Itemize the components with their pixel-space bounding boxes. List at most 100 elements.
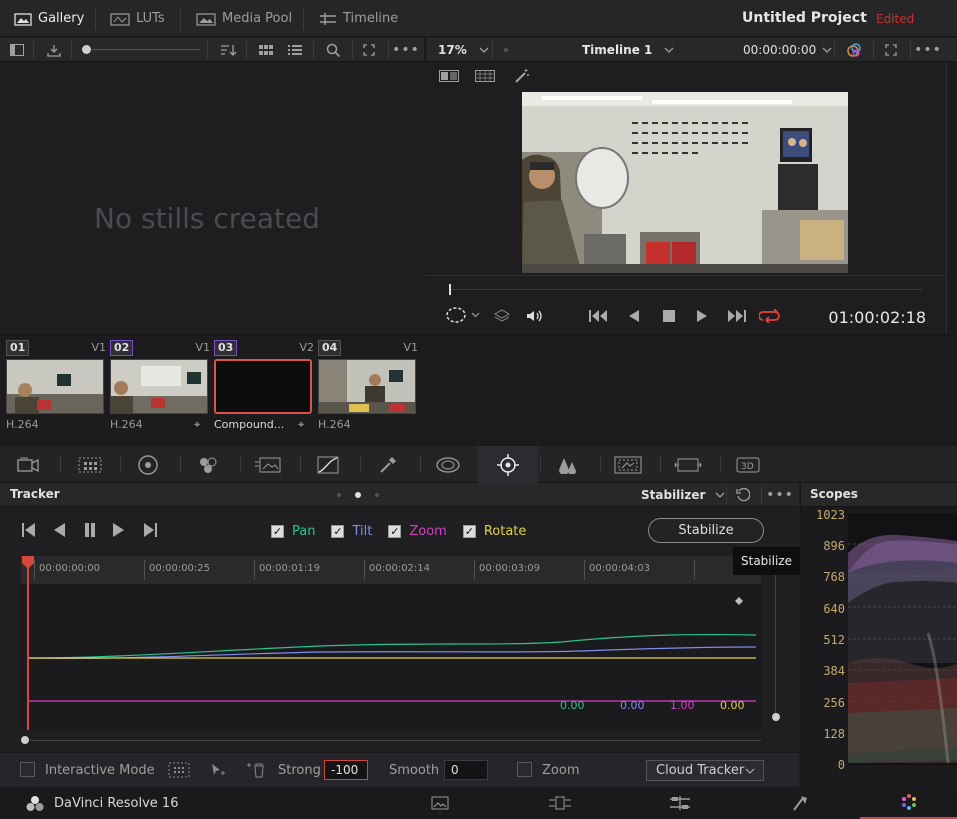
thumbnail-size-slider[interactable]: [82, 45, 200, 55]
tracker-mode-dropdown[interactable]: Stabilizer: [641, 483, 725, 507]
skip-to-end-icon[interactable]: [723, 304, 749, 328]
play-reverse-icon[interactable]: [621, 304, 647, 328]
clip-track: V1: [91, 341, 106, 354]
grid-view-icon[interactable]: [253, 38, 279, 62]
divider: [492, 41, 493, 59]
zoom-checkbox[interactable]: [517, 762, 532, 777]
timeline-name: Timeline 1: [582, 43, 653, 57]
highlight-icon[interactable]: [472, 64, 498, 88]
stop-icon[interactable]: [656, 304, 682, 328]
gallery-tab-label: Gallery: [38, 11, 85, 26]
grab-still-icon[interactable]: [41, 38, 67, 62]
color-page-icon[interactable]: [860, 787, 957, 819]
clip-number: 03: [214, 340, 238, 356]
zoom-dropdown[interactable]: 17%: [438, 38, 489, 62]
search-icon[interactable]: [320, 38, 346, 62]
split-screen-icon[interactable]: [436, 64, 462, 88]
track-reverse-icon[interactable]: [46, 518, 72, 542]
tilt-checkbox[interactable]: ✓ Tilt: [331, 524, 372, 539]
graph-vertical-zoom[interactable]: [772, 563, 780, 723]
insert-point-icon[interactable]: [166, 758, 192, 782]
layers-icon[interactable]: [489, 304, 515, 328]
color-wheel-icon[interactable]: [841, 38, 867, 62]
qualifier-eyedropper-icon[interactable]: [358, 446, 418, 483]
key-icon[interactable]: [598, 446, 658, 483]
cut-page-icon[interactable]: [530, 787, 590, 819]
more-options-icon[interactable]: •••: [914, 38, 941, 62]
divider: [246, 41, 247, 59]
edit-page-icon[interactable]: [650, 787, 710, 819]
chevron-down-icon: [715, 492, 725, 498]
power-window-icon[interactable]: [418, 446, 478, 483]
clip-number: 04: [318, 340, 342, 356]
interactive-mode-checkbox[interactable]: [20, 762, 35, 777]
delete-point-icon[interactable]: [243, 758, 269, 782]
motion-effects-icon[interactable]: [238, 446, 298, 483]
pause-icon[interactable]: [77, 518, 103, 542]
pointer-add-icon[interactable]: [204, 758, 230, 782]
clip-codec: H.264: [110, 418, 143, 431]
video-frame[interactable]: [522, 92, 848, 273]
track-to-end-icon[interactable]: [137, 518, 163, 542]
reset-icon[interactable]: [730, 483, 756, 507]
divider: [313, 41, 314, 59]
luts-tab-label: LUTs: [136, 11, 165, 26]
camera-raw-icon[interactable]: [0, 446, 60, 483]
play-icon[interactable]: [689, 304, 715, 328]
fullscreen-icon[interactable]: [878, 38, 904, 62]
sort-icon[interactable]: [216, 38, 242, 62]
clip-image: [214, 359, 312, 414]
pan-label: Pan: [292, 524, 316, 539]
zoom-checkbox[interactable]: ✓ Zoom: [388, 524, 447, 539]
curves-icon[interactable]: [298, 446, 358, 483]
list-view-icon[interactable]: [282, 38, 308, 62]
playhead[interactable]: [27, 556, 29, 730]
stabilize-button[interactable]: Stabilize: [648, 518, 764, 543]
more-options-icon[interactable]: •••: [766, 483, 793, 507]
page-dot[interactable]: [337, 493, 341, 497]
3d-icon[interactable]: 3D: [718, 446, 778, 483]
page-dot-active[interactable]: [355, 492, 361, 498]
gallery-tab[interactable]: Gallery: [14, 0, 84, 37]
media-page-icon[interactable]: [410, 787, 470, 819]
viewer-scrubber[interactable]: [449, 283, 922, 295]
skip-to-start-icon[interactable]: [586, 304, 612, 328]
more-options-icon[interactable]: •••: [392, 38, 419, 62]
zoom-mode-dropdown[interactable]: [445, 306, 480, 324]
chevron-down-icon: [479, 47, 489, 53]
loop-icon[interactable]: [757, 304, 783, 328]
luts-tab[interactable]: LUTs: [110, 0, 165, 37]
expand-icon[interactable]: [356, 38, 382, 62]
track-to-start-icon[interactable]: [16, 518, 42, 542]
rotate-checkbox[interactable]: ✓ Rotate: [462, 524, 526, 539]
timeline-tab-label: Timeline: [343, 11, 399, 26]
color-match-icon[interactable]: [60, 446, 120, 483]
playhead-marker-icon[interactable]: [21, 556, 35, 570]
tracker-icon[interactable]: [478, 446, 538, 483]
clip-track: V2: [299, 341, 314, 354]
tracker-graph[interactable]: 00:00:00:00 00:00:00:25 00:00:01:19 00:0…: [21, 556, 761, 730]
status-dot: [504, 48, 508, 52]
strong-input[interactable]: -100: [324, 760, 368, 780]
chevron-down-icon: [664, 47, 674, 53]
track-forward-icon[interactable]: [106, 518, 132, 542]
chevron-down-icon: [745, 768, 755, 774]
blur-icon[interactable]: [538, 446, 598, 483]
timecode-dropdown[interactable]: 00:00:00:00: [743, 38, 832, 62]
fusion-page-icon[interactable]: [770, 787, 830, 819]
media-pool-tab[interactable]: Media Pool: [196, 0, 292, 37]
sizing-icon[interactable]: [658, 446, 718, 483]
pan-checkbox[interactable]: ✓ Pan: [271, 524, 315, 539]
smooth-input[interactable]: 0: [444, 760, 488, 780]
speaker-icon[interactable]: [522, 304, 548, 328]
rgb-mixer-icon[interactable]: [178, 446, 238, 483]
page-dot[interactable]: [375, 493, 379, 497]
scopes-title: Scopes: [810, 487, 858, 501]
color-wheels-icon[interactable]: [118, 446, 178, 483]
sidebar-toggle-icon[interactable]: [4, 38, 30, 62]
cloud-tracker-dropdown[interactable]: Cloud Tracker: [646, 760, 764, 781]
graph-horizontal-zoom[interactable]: [21, 736, 761, 744]
magic-wand-icon[interactable]: [509, 64, 535, 88]
timeline-dropdown[interactable]: Timeline 1: [582, 38, 674, 62]
timeline-tab[interactable]: Timeline: [319, 0, 398, 37]
